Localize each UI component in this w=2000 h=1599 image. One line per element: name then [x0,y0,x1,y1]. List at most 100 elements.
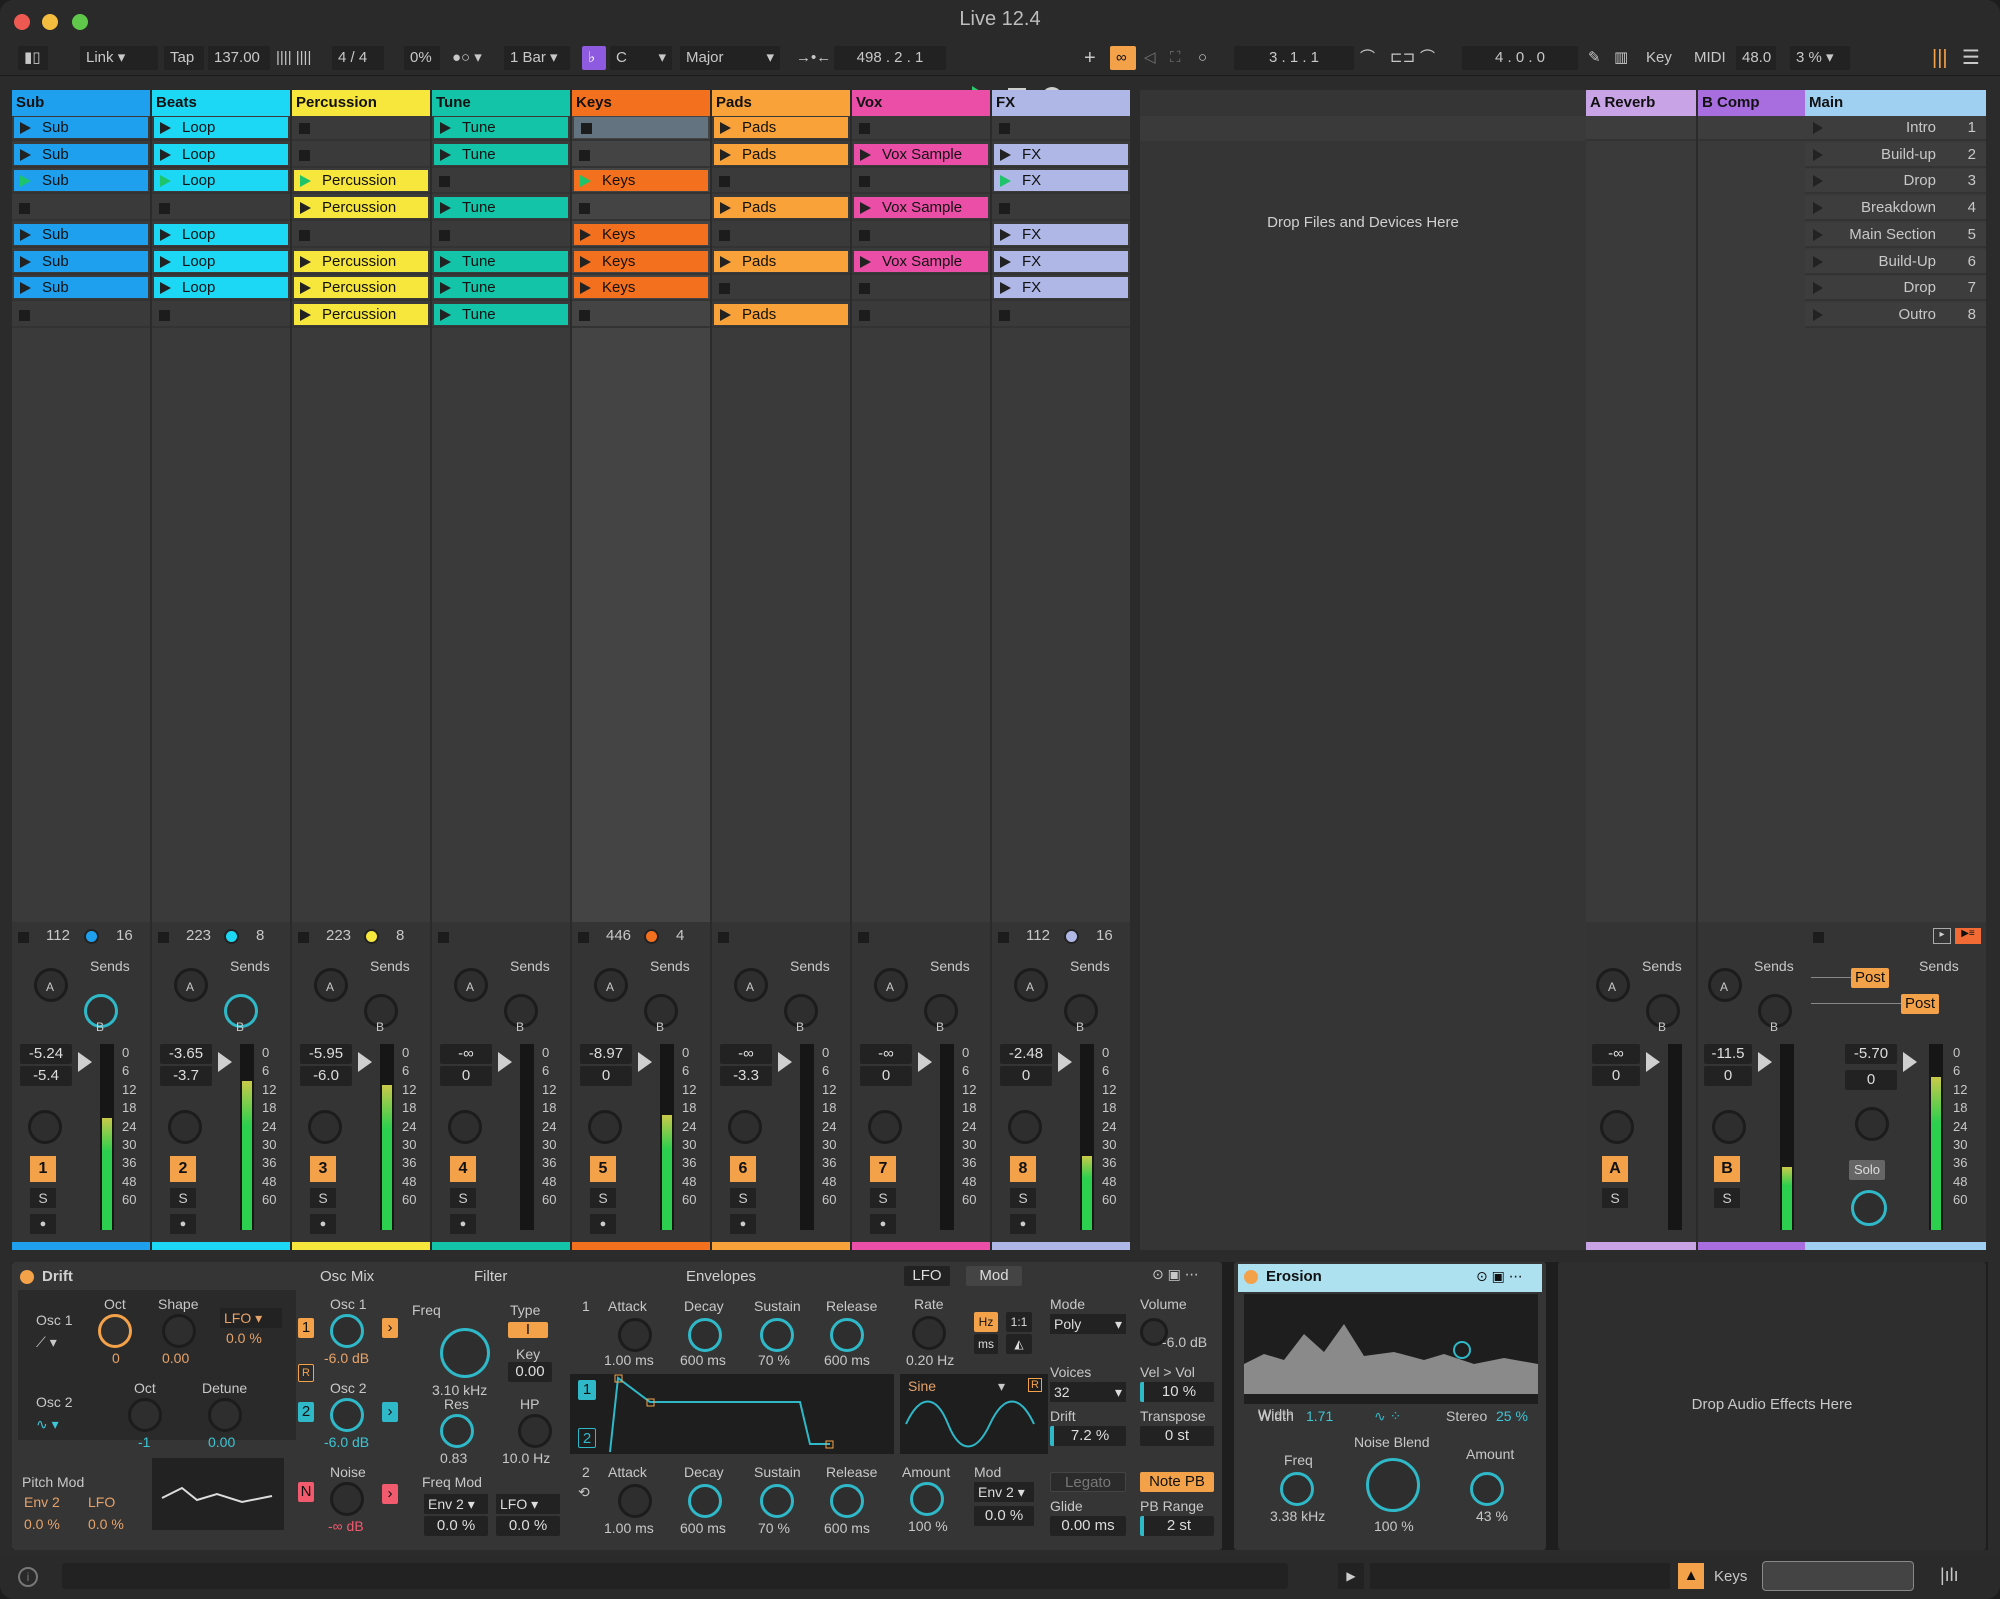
track-pads-clip-slot[interactable]: Pads [712,303,850,328]
return-a-solo-button[interactable]: S [1602,1188,1628,1208]
pitch-mod-source-1[interactable]: Env 2 [24,1494,60,1510]
punch-out-icon[interactable]: ⌒ [1420,46,1435,70]
track-vox-clip-slot[interactable]: Vox Sample [852,196,990,222]
track-vox-slot-stop-icon[interactable] [859,309,870,321]
track-vox-clip-slot[interactable] [852,223,990,248]
scene-launch-icon[interactable] [1813,148,1823,161]
track-beats-clip-slot[interactable] [152,196,290,222]
track-beats-solo-button[interactable]: S [170,1188,196,1208]
note-pb-button[interactable]: Note PB [1140,1472,1214,1492]
song-position-field[interactable]: 498 . 2 . 1 [834,46,946,70]
track-fx-clip-slot[interactable]: FX [992,250,1130,275]
track-tune-clip-play-icon[interactable] [440,202,451,215]
track-tune-solo-button[interactable]: S [450,1188,476,1208]
track-vox-clip-slot[interactable]: Vox Sample [852,250,990,275]
track-pads-clip-play-icon[interactable] [720,308,731,321]
track-percussion-clip-slot[interactable]: Percussion [292,250,430,275]
env2-cycle-icon[interactable]: ⟲ [578,1484,590,1501]
return-a-volume-value[interactable]: -∞ [1592,1044,1640,1064]
audio-effects-drop-zone[interactable]: Drop Audio Effects Here [1558,1262,1986,1550]
track-sub-clip-slot[interactable]: Sub [12,250,150,275]
width-value[interactable]: 1.71 [1306,1408,1333,1424]
track-sub-clip-play-icon[interactable] [20,148,31,161]
track-keys-clip[interactable]: Keys [574,223,708,245]
track-keys-header[interactable]: Keys [572,90,710,116]
track-percussion-arm-button[interactable]: ● [310,1214,336,1234]
scale-mode-icon[interactable]: ♭ [582,46,606,70]
track-fx-clip-play-icon[interactable] [1000,175,1011,188]
track-beats-clip[interactable]: Loop [154,117,288,138]
lfo-mod-source[interactable]: Env 2 ▾ [974,1482,1034,1502]
mod-tab[interactable]: Mod [966,1266,1022,1286]
loop-icon[interactable]: ⊏⊐ [1390,46,1415,70]
track-pads-volume-field[interactable]: -3.3 [720,1066,772,1086]
track-fx-clip[interactable]: FX [994,170,1128,192]
track-tune-volume-arrow-icon[interactable] [498,1052,512,1072]
pitch-mod-value-1[interactable]: 0.0 % [24,1516,60,1532]
track-sub-clip-play-icon[interactable] [20,228,31,241]
track-keys-solo-button[interactable]: S [590,1188,616,1208]
track-beats-clip[interactable]: Loop [154,277,288,299]
track-beats-header[interactable]: Beats [152,90,290,116]
track-sub-clip[interactable]: Sub [14,277,148,299]
track-pads-slot-stop-icon[interactable] [719,176,730,188]
return-a-activator-button[interactable]: A [1602,1156,1628,1182]
track-percussion-slot-stop-icon[interactable] [299,123,310,134]
track-percussion-clip-slot[interactable] [292,143,430,168]
track-pads-clip[interactable]: Pads [714,303,848,325]
scene-row[interactable]: Main Section 5 [1805,222,1986,248]
track-tune-clip[interactable]: Tune [434,303,568,325]
track-fx-clip-slot[interactable] [992,116,1130,141]
track-vox-clip-slot[interactable] [852,169,990,195]
track-sub-clip-slot[interactable] [12,196,150,222]
retrigger-button[interactable]: R [298,1364,314,1382]
main-volume-field[interactable]: 0 [1845,1070,1897,1090]
track-percussion-volume-value[interactable]: -5.95 [300,1044,352,1064]
post-button-a[interactable]: Post [1851,968,1889,988]
track-pads-clip[interactable]: Pads [714,117,848,138]
stereo-value[interactable]: 25 % [1496,1408,1528,1424]
reenable-automation-icon[interactable]: ◁ [1144,46,1156,70]
env2-decay-knob[interactable] [688,1484,722,1518]
track-vox-clip[interactable]: Vox Sample [854,197,988,219]
key-menu[interactable]: C ▾ [610,46,672,70]
track-keys-slot-stop-icon[interactable] [579,203,590,215]
track-sub-clip-play-icon[interactable] [20,122,31,134]
track-sub-clip[interactable]: Sub [14,250,148,272]
track-sub-clip[interactable]: Sub [14,223,148,245]
track-vox-clip[interactable]: Vox Sample [854,250,988,272]
scene-row[interactable]: Build-Up 6 [1805,249,1986,275]
osc1-level-knob[interactable] [330,1314,364,1348]
track-keys-clip-slot[interactable] [572,303,710,328]
track-pads-solo-button[interactable]: S [730,1188,756,1208]
return-b-solo-button[interactable]: S [1714,1188,1740,1208]
track-keys-clip-slot[interactable]: Keys [572,169,710,195]
track-fx-clip[interactable]: FX [994,223,1128,245]
mode-menu[interactable]: Poly ▾ [1050,1314,1126,1334]
drift-amount-value[interactable]: 7.2 % [1050,1426,1126,1446]
track-fx-arm-button[interactable]: ● [1010,1214,1036,1234]
track-tune-activator-button[interactable]: 4 [450,1156,476,1182]
lfo-rate-knob[interactable] [912,1316,946,1350]
track-percussion-clip-play-icon[interactable] [300,175,311,188]
track-beats-arm-button[interactable]: ● [170,1214,196,1234]
env1-sustain-knob[interactable] [760,1318,794,1352]
track-percussion-clip-play-icon[interactable] [300,282,311,295]
track-pads-clip-slot[interactable]: Pads [712,196,850,222]
sine-noise-icon[interactable]: ∿ ⁘ [1374,1408,1401,1425]
track-beats-clip-play-icon[interactable] [160,122,171,134]
track-beats-slot-stop-icon[interactable] [159,203,170,215]
track-tune-clip-play-icon[interactable] [440,122,451,134]
track-tune-pan-knob[interactable] [448,1110,482,1144]
nudge-icon[interactable]: |||| |||| [276,46,311,70]
track-pads-clip[interactable]: Pads [714,143,848,165]
track-tune-clip-slot[interactable]: Tune [432,250,570,275]
track-percussion-clip-play-icon[interactable] [300,308,311,321]
track-fx-clip[interactable]: FX [994,143,1128,165]
track-tune-clip-play-icon[interactable] [440,148,451,161]
track-beats-clip[interactable]: Loop [154,250,288,272]
track-vox-stop-button[interactable] [858,932,869,943]
quantization-menu[interactable]: 1 Bar ▾ [504,46,570,70]
track-vox-activator-button[interactable]: 7 [870,1156,896,1182]
cue-volume-knob[interactable] [1851,1190,1887,1226]
